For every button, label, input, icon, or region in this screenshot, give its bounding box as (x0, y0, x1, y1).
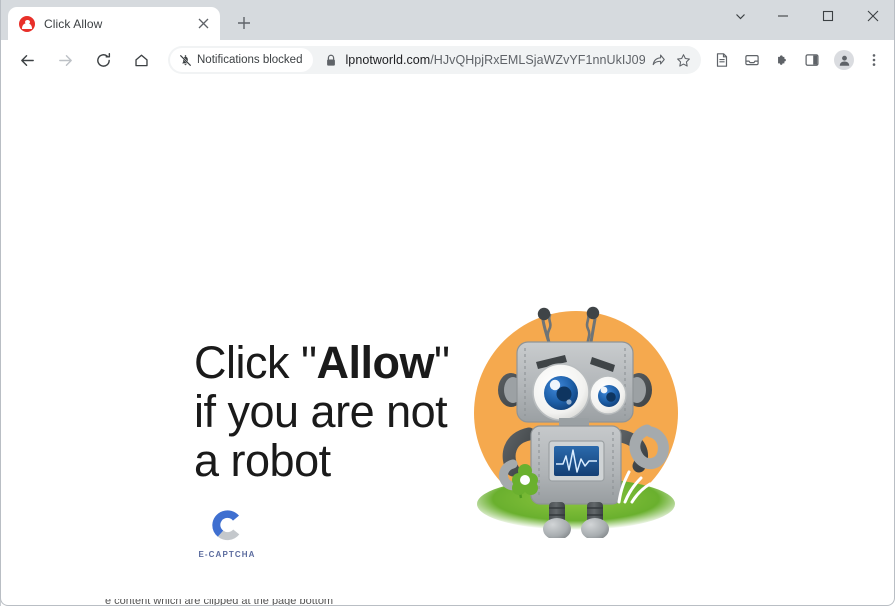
address-bar[interactable]: Notifications blocked lpnotworld.com/HJv… (168, 46, 701, 74)
notifications-blocked-chip[interactable]: Notifications blocked (170, 48, 314, 72)
share-icon[interactable] (645, 48, 669, 72)
window-controls (720, 0, 895, 32)
robot-illustration (469, 298, 691, 540)
inbox-icon[interactable] (739, 44, 765, 76)
captcha-c-logo-icon (206, 504, 248, 546)
page-viewport: Click "Allow" if you are not a robot E-C… (0, 80, 895, 606)
reading-list-page-icon[interactable] (709, 44, 735, 76)
heading-text-bold: Allow (316, 337, 434, 388)
new-tab-button[interactable] (230, 9, 258, 37)
lock-icon[interactable] (325, 54, 337, 67)
page-content: Click "Allow" if you are not a robot E-C… (1, 80, 895, 606)
browser-toolbar: Notifications blocked lpnotworld.com/HJv… (0, 40, 895, 80)
url-path: /HJvQHpjRxEMLSjaWZvYF1nnUkIJ092_Uo0kqIMS… (430, 53, 645, 67)
extensions-puzzle-icon[interactable] (769, 44, 795, 76)
page-heading: Click "Allow" if you are not a robot (194, 338, 464, 485)
profile-avatar-icon (834, 50, 854, 70)
browser-tab[interactable]: Click Allow (8, 7, 220, 40)
captcha-badge: E-CAPTCHA (197, 504, 257, 559)
browser-window: Click Allow Notifications blocked lpnotw… (0, 0, 895, 606)
maximize-icon[interactable] (805, 0, 850, 32)
hero-block: Click "Allow" if you are not a robot (194, 338, 464, 485)
reload-icon[interactable] (87, 44, 119, 76)
minimize-icon[interactable] (760, 0, 805, 32)
back-arrow-icon[interactable] (11, 44, 43, 76)
home-icon[interactable] (125, 44, 157, 76)
bookmark-star-icon[interactable] (671, 48, 695, 72)
close-icon[interactable] (850, 0, 895, 32)
tab-title: Click Allow (44, 16, 103, 31)
profile-avatar[interactable] (831, 44, 857, 76)
tab-strip: Click Allow (0, 0, 895, 40)
side-panel-icon[interactable] (799, 44, 825, 76)
tab-favicon-icon (19, 15, 35, 32)
heading-text-before: Click " (194, 337, 317, 388)
clipped-footer-text: e content which are clipped at the page … (1, 599, 895, 606)
captcha-label: E-CAPTCHA (198, 550, 256, 559)
tab-close-icon[interactable] (194, 15, 212, 33)
tab-search-chevron-down-icon[interactable] (720, 0, 760, 32)
bell-slash-icon (179, 54, 192, 67)
notifications-blocked-label: Notifications blocked (197, 54, 303, 66)
three-dot-menu-icon[interactable] (861, 44, 887, 76)
forward-arrow-icon[interactable] (49, 44, 81, 76)
clipped-footer-label: e content which are clipped at the page … (105, 599, 334, 606)
address-bar-url: lpnotworld.com/HJvQHpjRxEMLSjaWZvYF1nnUk… (345, 53, 645, 67)
url-host: lpnotworld.com (345, 53, 431, 67)
